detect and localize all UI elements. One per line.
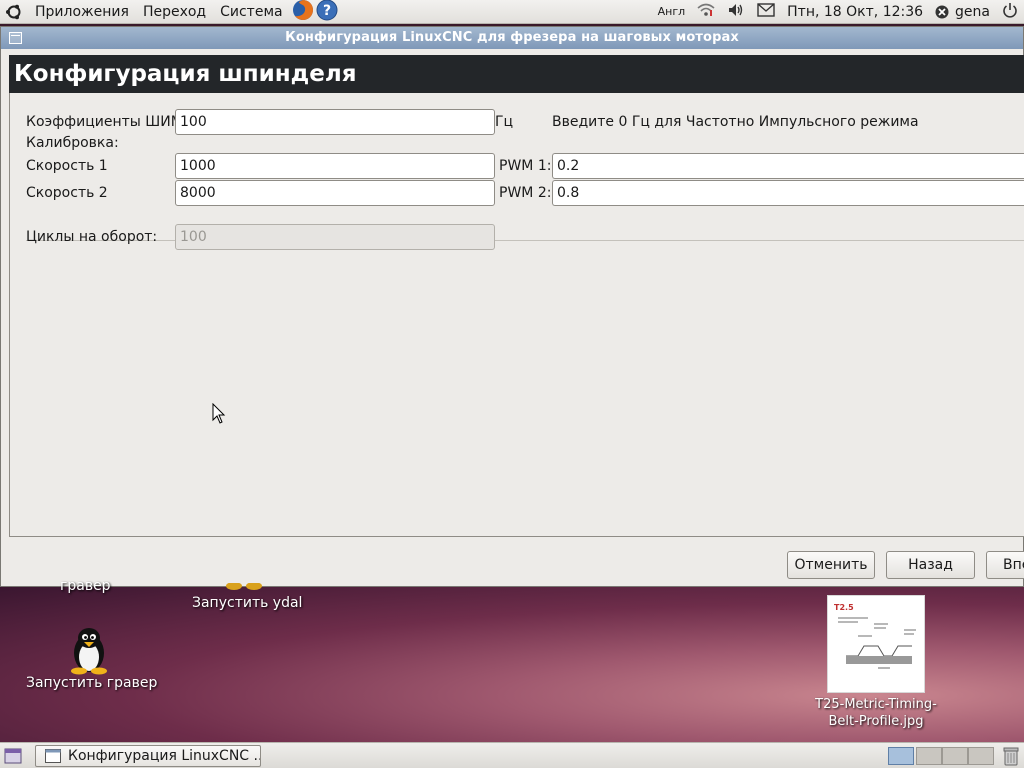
- workspace-3[interactable]: [942, 747, 968, 765]
- config-window: Конфигурация LinuxCNC для фрезера на шаг…: [0, 26, 1024, 587]
- volume-icon[interactable]: [727, 2, 745, 22]
- desktop-icon-label[interactable]: T25-Metric-Timing-Belt-Profile.jpg: [814, 696, 938, 730]
- ydal-app-icon[interactable]: [222, 583, 266, 593]
- window-menu-icon[interactable]: [9, 32, 22, 44]
- user-status-icon: [935, 5, 949, 18]
- pwm-rate-label: Коэффициенты ШИМ: [26, 114, 183, 130]
- speed2-label: Скорость 2: [26, 185, 108, 201]
- back-button[interactable]: Назад: [886, 551, 975, 579]
- content-area: Коэффициенты ШИМ Гц Введите 0 Гц для Час…: [9, 93, 1024, 537]
- tux-icon[interactable]: [64, 625, 114, 675]
- menu-places[interactable]: Переход: [136, 0, 213, 24]
- desktop-icon-label[interactable]: гравер: [60, 578, 111, 594]
- taskbar-item-label: Конфигурация LinuxCNC ...: [68, 748, 261, 764]
- network-icon[interactable]: [697, 2, 715, 22]
- page-title: Конфигурация шпинделя: [9, 55, 1024, 93]
- speed1-label: Скорость 1: [26, 158, 108, 174]
- pwm-hint: Введите 0 Гц для Частотно Импульсного ре…: [552, 114, 919, 130]
- cycles-input: [175, 224, 495, 250]
- power-icon[interactable]: [1002, 2, 1018, 22]
- cancel-button[interactable]: Отменить: [787, 551, 875, 579]
- help-icon[interactable]: ?: [316, 0, 338, 25]
- mail-icon[interactable]: [757, 2, 775, 21]
- workspace-4[interactable]: [968, 747, 994, 765]
- mouse-cursor-icon: [212, 403, 226, 424]
- menu-applications[interactable]: Приложения: [28, 0, 136, 24]
- desktop-icon-label[interactable]: Запустить ydal: [192, 595, 302, 611]
- clock[interactable]: Птн, 18 Окт, 12:36: [787, 4, 923, 20]
- top-panel: Приложения Переход Система ? Англ Птн, 1…: [0, 0, 1024, 24]
- speed2-input[interactable]: [175, 180, 495, 206]
- user-menu[interactable]: gena: [935, 4, 990, 20]
- thumb-title: T2.5: [834, 603, 854, 612]
- pwm1-input[interactable]: [552, 153, 1024, 179]
- workspace-2[interactable]: [916, 747, 942, 765]
- trash-icon[interactable]: [1001, 745, 1021, 767]
- svg-text:?: ?: [323, 3, 331, 19]
- menu-system[interactable]: Система: [213, 0, 289, 24]
- cycles-label: Циклы на оборот:: [26, 229, 158, 245]
- pwm1-label: PWM 1:: [499, 158, 552, 174]
- taskbar-item-config[interactable]: Конфигурация LinuxCNC ...: [35, 745, 261, 767]
- pwm2-label: PWM 2:: [499, 185, 552, 201]
- pwm-rate-input[interactable]: [175, 109, 495, 135]
- pwm-unit-label: Гц: [495, 114, 514, 130]
- speed1-input[interactable]: [175, 153, 495, 179]
- calibration-label: Калибровка:: [26, 135, 119, 151]
- forward-button[interactable]: Впе: [986, 551, 1024, 579]
- window-titlebar[interactable]: Конфигурация LinuxCNC для фрезера на шаг…: [1, 27, 1023, 49]
- bottom-panel: Конфигурация LinuxCNC ...: [0, 742, 1024, 768]
- window-title: Конфигурация LinuxCNC для фрезера на шаг…: [285, 30, 739, 45]
- desktop-icon-label[interactable]: Запустить гравер: [26, 675, 157, 691]
- show-desktop-icon[interactable]: [4, 748, 22, 764]
- window-icon: [45, 749, 61, 763]
- desktop: гравер Запустить ydal Запустить гравер T…: [0, 578, 1024, 742]
- ubuntu-logo-icon[interactable]: [0, 0, 28, 24]
- pwm2-input[interactable]: [552, 180, 1024, 206]
- workspace-1[interactable]: [888, 747, 914, 765]
- system-tray: Англ Птн, 18 Окт, 12:36 gena: [652, 0, 1024, 24]
- image-thumbnail[interactable]: T2.5: [827, 595, 925, 693]
- keyboard-layout[interactable]: Англ: [658, 5, 686, 18]
- firefox-icon[interactable]: [292, 0, 314, 25]
- user-name: gena: [955, 3, 990, 20]
